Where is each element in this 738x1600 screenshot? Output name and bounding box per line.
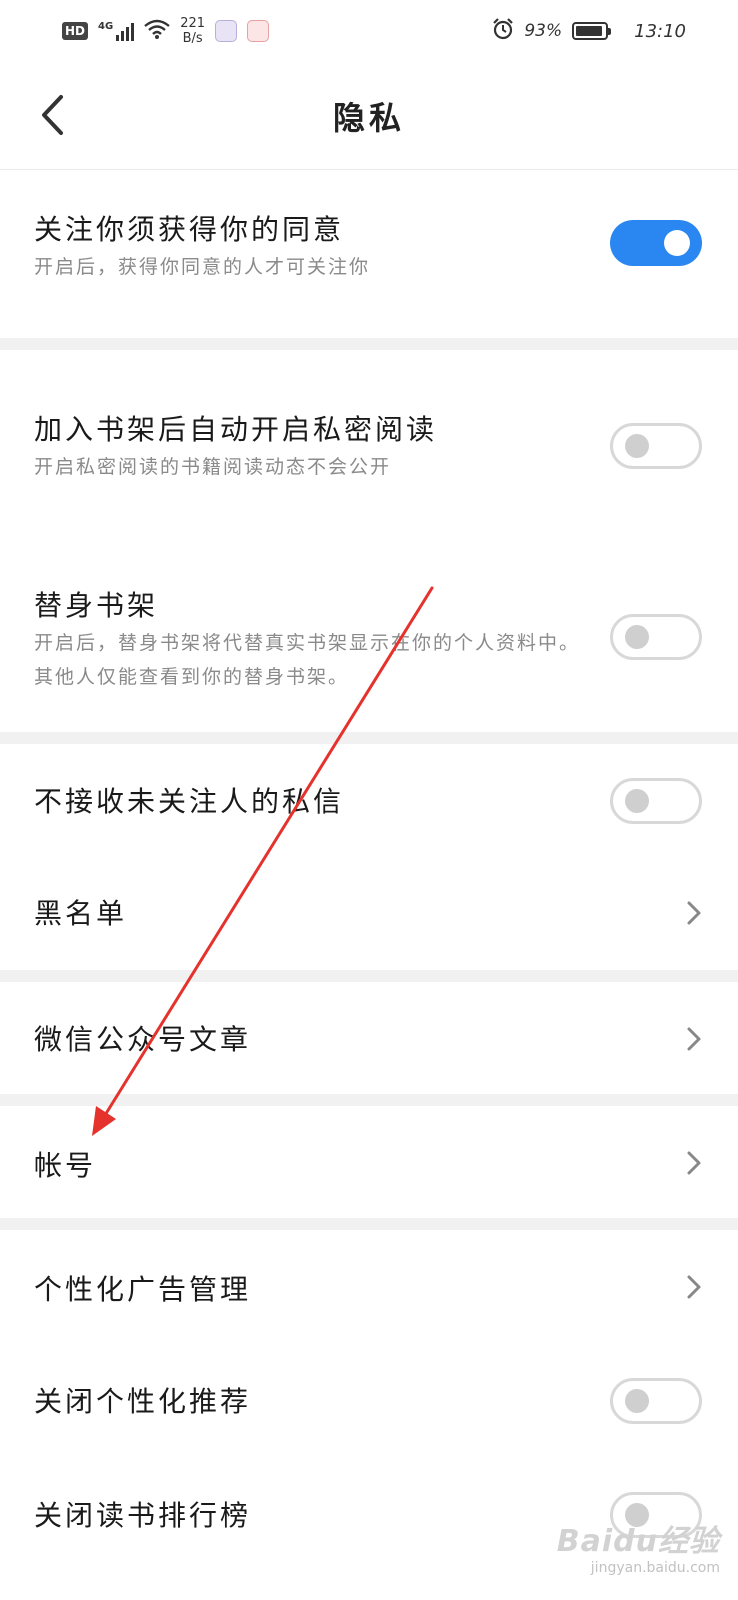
setting-row-ad-management[interactable]: 个性化广告管理	[0, 1230, 738, 1342]
chevron-right-icon	[687, 901, 701, 925]
follow-consent-toggle[interactable]	[610, 220, 702, 266]
toggle-knob	[625, 789, 649, 813]
setting-description: 开启后，替身书架将代替真实书架显示在你的个人资料中。其他人仅能查看到你的替身书架…	[34, 632, 581, 688]
setting-title: 微信公众号文章	[34, 1023, 252, 1056]
status-left: HD 4G 221 B/s	[62, 16, 270, 46]
setting-row-proxy-shelf[interactable]: 替身书架 开启后，替身书架将代替真实书架显示在你的个人资料中。其他人仅能查看到你…	[0, 540, 738, 732]
clock-time: 13:10	[634, 20, 686, 42]
battery-icon	[572, 22, 612, 40]
app-icon-1	[215, 20, 238, 42]
hd-icon: HD	[62, 22, 89, 40]
toggle-knob	[625, 434, 649, 458]
watermark-site: jingyan.baidu.com	[590, 1560, 720, 1576]
setting-row-follow-consent[interactable]: 关注你须获得你的同意 开启后，获得你同意的人才可关注你	[0, 170, 738, 338]
speed-value: 221	[180, 16, 206, 31]
setting-title: 黑名单	[34, 897, 128, 930]
baidu-watermark: Baidu经验 jingyan.baidu.com	[557, 1516, 720, 1576]
signal-icon: 4G	[98, 21, 135, 41]
battery-percent: 93%	[524, 21, 563, 41]
alarm-icon	[492, 17, 514, 45]
page-title: 隐私	[332, 98, 405, 137]
chevron-left-icon	[42, 95, 63, 135]
setting-title: 个性化广告管理	[34, 1273, 252, 1306]
network-speed: 221 B/s	[180, 16, 205, 46]
section-follow: 关注你须获得你的同意 开启后，获得你同意的人才可关注你	[0, 170, 738, 338]
setting-row-disable-recommend[interactable]: 关闭个性化推荐	[0, 1342, 738, 1456]
network-type: 4G	[98, 21, 114, 32]
setting-row-blacklist[interactable]: 黑名单	[0, 856, 738, 970]
page-header: 隐私	[0, 62, 738, 170]
watermark-brand: Baidu经验	[556, 1524, 720, 1559]
chevron-right-icon	[687, 1275, 701, 1299]
status-bar: HD 4G 221 B/s 93% 13:10	[0, 0, 738, 62]
setting-title: 加入书架后自动开启私密阅读	[34, 413, 438, 446]
toggle-knob	[625, 625, 649, 649]
toggle-knob	[664, 230, 690, 256]
section-messages: 不接收未关注人的私信 黑名单	[0, 744, 738, 970]
app-icon-2	[247, 20, 270, 42]
status-right: 93% 13:10	[492, 17, 686, 45]
setting-row-wechat-articles[interactable]: 微信公众号文章	[0, 982, 738, 1094]
section-divider	[0, 1094, 738, 1106]
section-divider	[0, 338, 738, 350]
section-divider	[0, 1218, 738, 1230]
section-reading: 加入书架后自动开启私密阅读 开启私密阅读的书籍阅读动态不会公开 替身书架 开启后…	[0, 350, 738, 732]
setting-title: 关闭个性化推荐	[34, 1385, 252, 1418]
setting-title: 不接收未关注人的私信	[34, 785, 345, 818]
setting-row-no-dm-strangers[interactable]: 不接收未关注人的私信	[0, 744, 738, 856]
setting-title: 替身书架	[34, 589, 159, 622]
proxy-shelf-toggle[interactable]	[610, 614, 702, 660]
disable-recommend-toggle[interactable]	[610, 1378, 702, 1424]
setting-description: 开启后，获得你同意的人才可关注你	[34, 256, 371, 278]
setting-title: 帐号	[34, 1149, 97, 1182]
speed-unit: B/s	[182, 31, 203, 46]
privacy-settings-screen: HD 4G 221 B/s 93% 13:10 隐私 关注你须获得你的同意 开启…	[0, 0, 738, 1600]
chevron-right-icon	[687, 1027, 701, 1051]
setting-title: 关注你须获得你的同意	[34, 213, 345, 246]
back-button[interactable]	[32, 90, 72, 140]
setting-title: 关闭读书排行榜	[34, 1499, 252, 1532]
section-account: 帐号	[0, 1106, 738, 1218]
no-dm-strangers-toggle[interactable]	[610, 778, 702, 824]
private-reading-toggle[interactable]	[610, 423, 702, 469]
chevron-right-icon	[687, 1151, 701, 1175]
setting-description: 开启私密阅读的书籍阅读动态不会公开	[34, 456, 392, 478]
section-divider	[0, 970, 738, 982]
setting-row-account[interactable]: 帐号	[0, 1106, 738, 1218]
section-wechat: 微信公众号文章	[0, 982, 738, 1094]
setting-row-private-reading[interactable]: 加入书架后自动开启私密阅读 开启私密阅读的书籍阅读动态不会公开	[0, 350, 738, 540]
section-divider	[0, 732, 738, 744]
toggle-knob	[625, 1389, 649, 1413]
wifi-icon	[144, 19, 170, 44]
